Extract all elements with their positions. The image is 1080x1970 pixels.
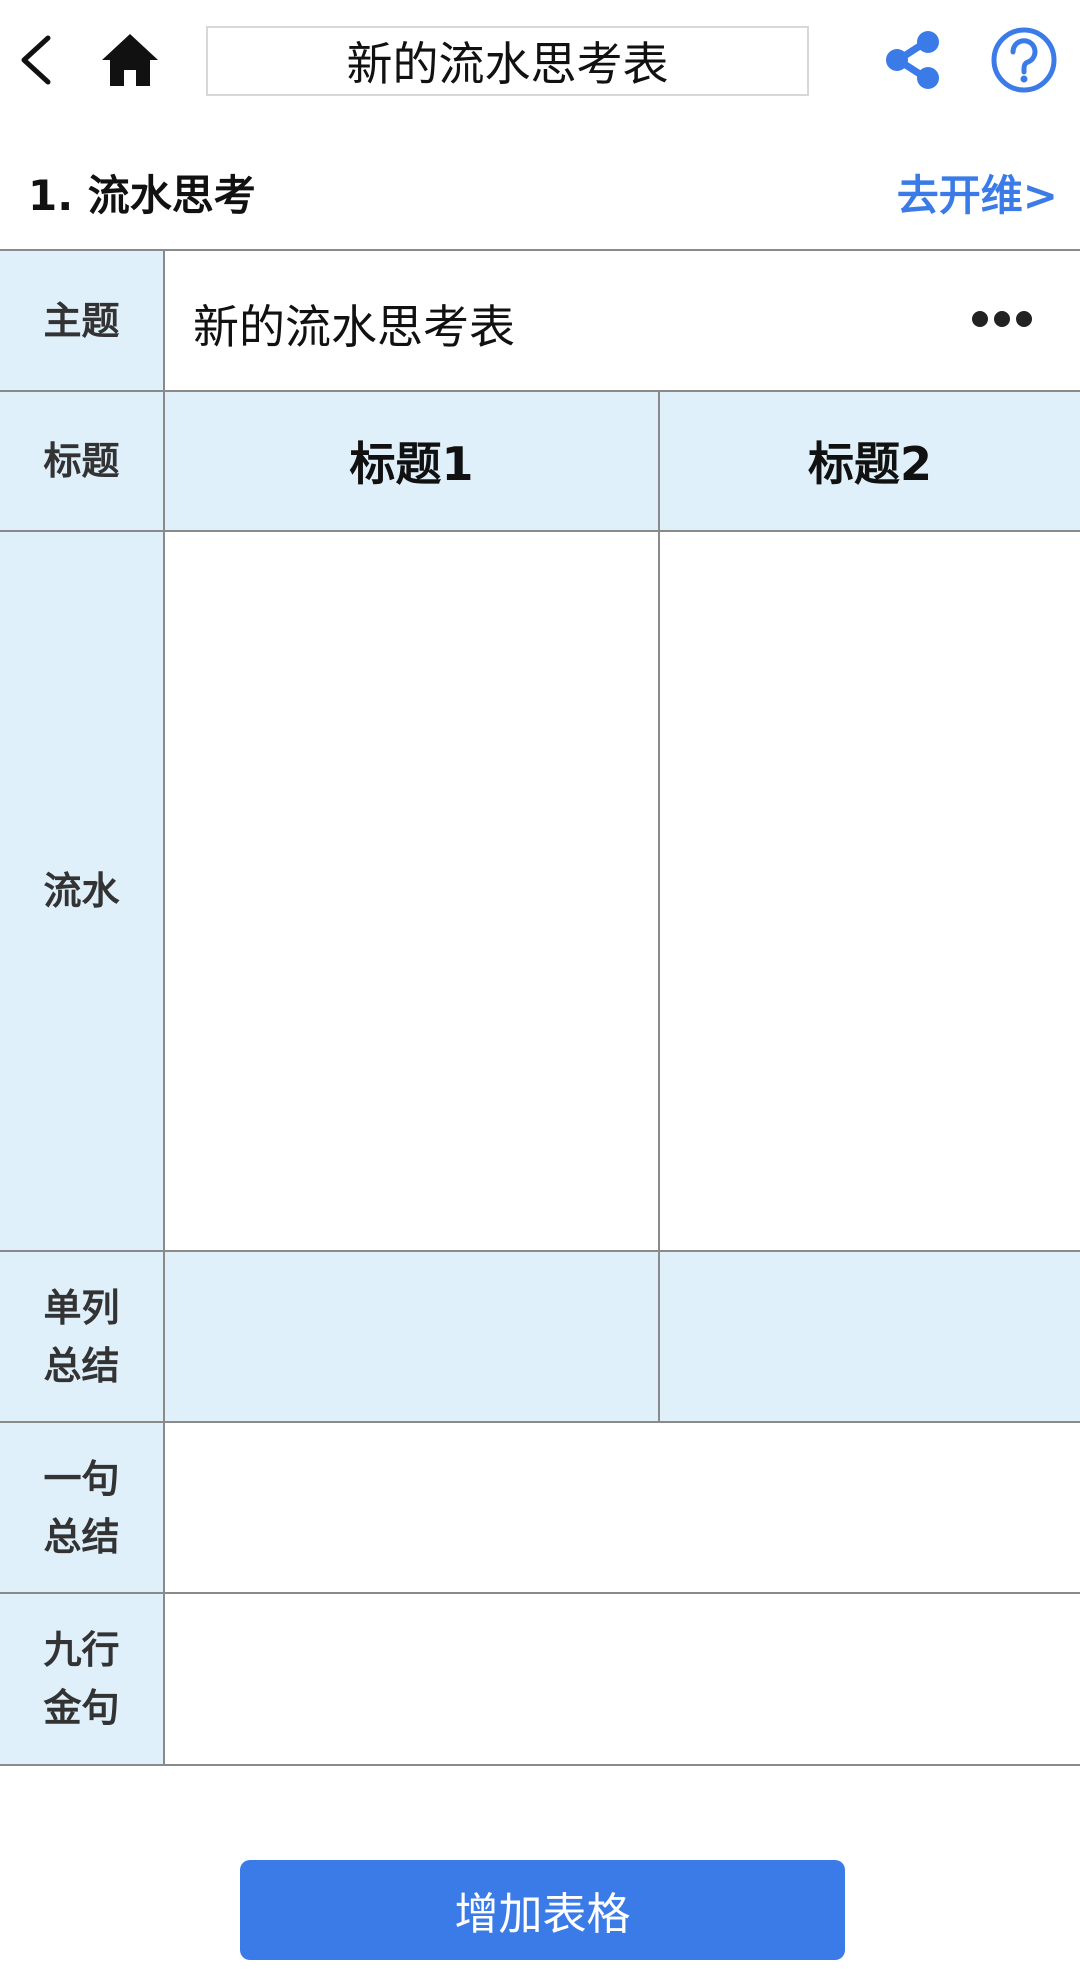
column-title-1[interactable]: 标题1 [163,390,659,532]
thinking-table: 主题 新的流水思考表 标题 标题1 标题2 流水 单列总结 一句总结 九行金句 [0,249,1080,1766]
section-header: 1. 流水思考 去开维> [0,150,1080,230]
column-summary-cell-2[interactable] [658,1250,1080,1423]
column-summary-label: 单列总结 [0,1250,164,1423]
column-title-2[interactable]: 标题2 [658,390,1080,532]
flow-cell-1[interactable] [163,530,659,1252]
one-sentence-cell[interactable] [163,1421,1080,1594]
column-summary-cell-1[interactable] [163,1250,659,1423]
titles-label: 标题 [0,390,164,532]
one-sentence-label: 一句总结 [0,1421,164,1594]
topic-value: 新的流水思考表 [193,300,515,354]
document-title[interactable]: 新的流水思考表 [206,26,809,96]
flow-label: 流水 [0,530,164,1252]
titles-row: 标题 标题1 标题2 [0,390,1080,532]
section-title: 1. 流水思考 [28,171,256,220]
home-button[interactable] [100,30,160,90]
add-table-button[interactable]: 增加表格 [240,1860,845,1960]
share-icon [886,31,939,89]
share-button[interactable] [884,30,942,90]
topic-cell[interactable]: 新的流水思考表 [163,249,1080,392]
open-mind-link[interactable]: 去开维> [897,162,1058,223]
chevron-left-icon [21,35,51,85]
help-icon [991,27,1057,93]
home-icon [102,34,158,86]
column-summary-row: 单列总结 [0,1250,1080,1423]
nine-lines-row: 九行金句 [0,1592,1080,1766]
one-sentence-row: 一句总结 [0,1421,1080,1594]
more-horizontal-icon[interactable] [970,309,1034,329]
nine-lines-cell[interactable] [163,1592,1080,1766]
topic-label: 主题 [0,249,164,392]
flow-cell-2[interactable] [658,530,1080,1252]
top-bar: 新的流水思考表 [0,0,1080,124]
nine-lines-label: 九行金句 [0,1592,164,1766]
topic-row: 主题 新的流水思考表 [0,249,1080,392]
flow-row: 流水 [0,530,1080,1252]
help-button[interactable] [990,26,1058,94]
back-button[interactable] [14,28,64,92]
